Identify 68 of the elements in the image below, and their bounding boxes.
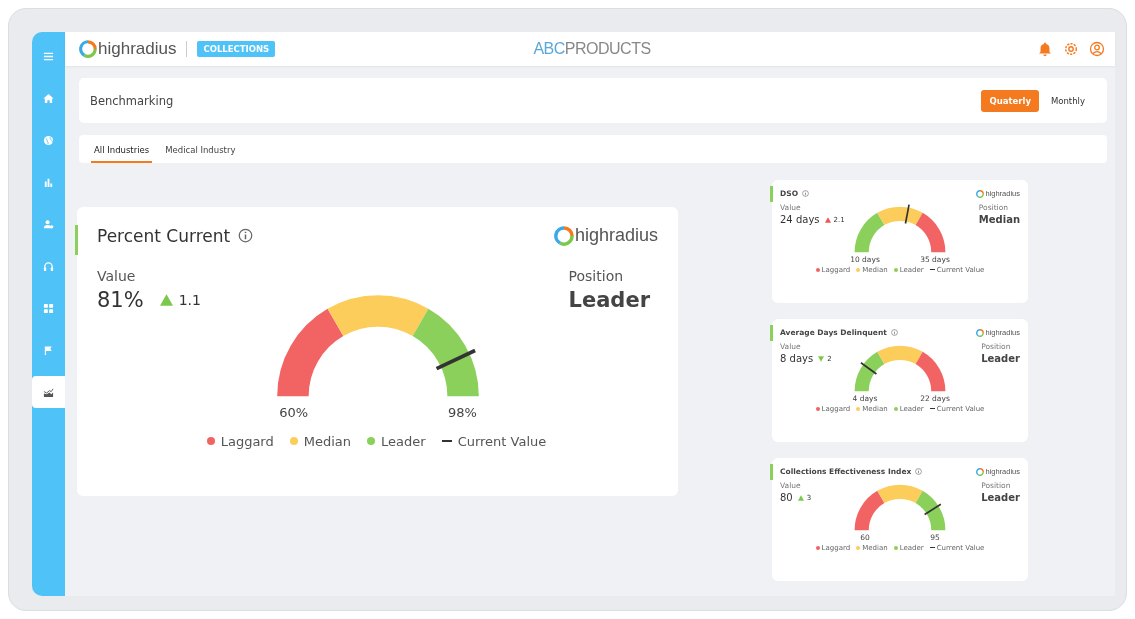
period-toggle[interactable]: Monthly [1042, 89, 1093, 112]
headset-icon [43, 260, 54, 272]
tab[interactable]: Medical Industry [162, 145, 239, 163]
position-value: Leader [981, 353, 1020, 364]
card-title: Percent Current [97, 225, 231, 246]
legend-dot [893, 267, 898, 272]
gauge-min: 60% [278, 404, 310, 420]
legend-dot [856, 267, 861, 272]
info-icon[interactable] [915, 468, 923, 475]
metric-value: 24 days [780, 214, 820, 225]
legend-label: Median [303, 433, 352, 449]
gauge-needle [904, 203, 910, 225]
logo-icon [976, 328, 985, 337]
info-icon[interactable] [890, 329, 898, 336]
position-value: Median [978, 214, 1020, 225]
people-icon [43, 218, 54, 230]
legend-dot [893, 545, 898, 550]
gauge-needle [435, 348, 476, 371]
info-icon[interactable] [802, 190, 809, 197]
flag-icon [43, 344, 54, 356]
position-value: Leader [981, 492, 1020, 503]
page-title: Benchmarking [90, 93, 174, 108]
grid-icon [43, 302, 54, 314]
logo-text: highradius [574, 225, 658, 246]
legend-dot [289, 437, 298, 446]
sidebar-item[interactable] [32, 376, 65, 408]
gauge-needle [860, 361, 878, 375]
logo-icon [79, 40, 97, 58]
logo-icon [976, 467, 985, 476]
value-label: Value [97, 268, 137, 284]
bar-chart-icon [43, 176, 54, 188]
home-icon [43, 92, 54, 104]
legend-label: Leader [381, 433, 426, 449]
menu-icon [43, 50, 54, 62]
legend-dot [893, 406, 898, 411]
settings-icon[interactable] [1063, 41, 1079, 57]
metric-value: 80 [780, 492, 793, 503]
legend-dot [206, 437, 215, 446]
info-icon[interactable] [238, 228, 254, 243]
logo-icon [553, 225, 574, 246]
card-accent [770, 186, 773, 202]
position-label: Position [568, 268, 625, 284]
card-accent [770, 325, 773, 341]
legend-label: Laggard [220, 433, 274, 449]
logo-text: highradius [98, 39, 177, 59]
legend-dot [367, 437, 376, 446]
metric-value: 81% [97, 288, 144, 312]
gauge-max: 98% [446, 404, 478, 420]
legend-dot [815, 406, 820, 411]
legend-dot [815, 267, 820, 272]
globe-icon [43, 134, 54, 146]
module-badge: COLLECTIONS [197, 41, 276, 57]
metric-value: 8 days [780, 353, 814, 364]
user-icon[interactable] [1089, 41, 1105, 57]
legend-dot [856, 406, 861, 411]
legend-dot [856, 545, 861, 550]
tab[interactable]: All Industries [91, 145, 153, 163]
card-accent [770, 464, 773, 480]
trend-value: 1.1 [178, 292, 201, 308]
notification-icon[interactable] [1037, 41, 1053, 57]
logo-icon [976, 189, 985, 198]
gauge-needle [923, 503, 942, 516]
chart-icon [43, 386, 54, 398]
card-accent [75, 225, 78, 255]
position-value: Leader [568, 288, 650, 312]
brand-name: ABCPRODUCTS [532, 40, 652, 58]
legend-label: Current Value [457, 433, 547, 449]
legend-dot [815, 545, 820, 550]
